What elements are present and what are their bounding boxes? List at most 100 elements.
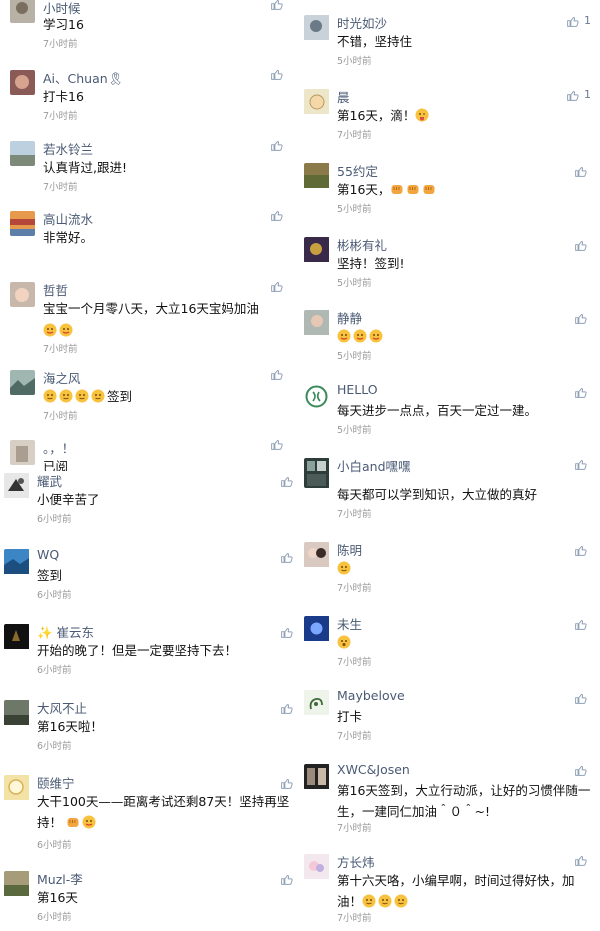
comment-item: 颐维宁 大干100天——距离考试还剩87天！坚持再坚持！ 6小时前 <box>4 773 294 863</box>
comment-text: 小便辛苦了 <box>37 492 100 507</box>
avatar[interactable] <box>10 370 35 395</box>
emoji-fist-icon <box>66 815 80 829</box>
avatar[interactable] <box>4 624 30 650</box>
thumbs-up-icon[interactable] <box>270 209 283 222</box>
commenter-name[interactable]: 若水铃兰 <box>43 139 93 158</box>
avatar[interactable] <box>10 70 35 95</box>
commenter-name[interactable]: ✨ 崔云东 <box>37 622 94 641</box>
commenter-name[interactable]: 晨 <box>337 87 350 106</box>
thumbs-up-icon[interactable] <box>270 280 283 293</box>
commenter-name[interactable]: 未生 <box>337 614 362 633</box>
commenter-name[interactable]: XWC&Josen <box>337 762 410 777</box>
thumbs-up-icon[interactable] <box>280 551 293 564</box>
avatar[interactable] <box>304 384 330 410</box>
avatar[interactable] <box>304 616 330 642</box>
thumbs-up-icon[interactable] <box>574 239 587 252</box>
commenter-name[interactable]: Maybelove <box>337 688 405 703</box>
thumbs-up-icon[interactable] <box>270 139 283 152</box>
commenter-name[interactable]: 大风不止 <box>37 698 87 717</box>
avatar[interactable] <box>10 282 35 307</box>
thumbs-up-icon[interactable] <box>574 386 587 399</box>
comment-text-row <box>337 558 353 579</box>
thumbs-up-icon[interactable] <box>280 873 293 886</box>
emoji-face-icon <box>82 815 96 829</box>
avatar[interactable] <box>304 764 330 790</box>
comment-time: 7小时前 <box>337 583 372 594</box>
commenter-name[interactable]: HELLO <box>337 382 378 397</box>
thumbs-up-icon[interactable] <box>280 475 293 488</box>
avatar[interactable] <box>4 549 30 575</box>
commenter-name[interactable]: 耀武 <box>37 471 62 490</box>
avatar[interactable] <box>4 473 30 499</box>
thumbs-up-icon[interactable] <box>270 0 283 11</box>
right-comment-column: 时光如沙 不错，坚持住 5小时前 1 晨 第16天，滴！ 7小时前 1 55约定… <box>300 0 600 931</box>
avatar[interactable] <box>304 458 330 488</box>
comment-item: 静静 5小时前 <box>304 308 596 364</box>
thumbs-up-icon[interactable] <box>566 15 579 28</box>
avatar[interactable] <box>10 141 35 166</box>
thumbs-up-icon[interactable] <box>574 165 587 178</box>
avatar[interactable] <box>4 700 30 726</box>
commenter-name[interactable]: 彬彬有礼 <box>337 235 387 254</box>
emoji-tongue-face-icon <box>415 108 429 122</box>
avatar[interactable] <box>304 310 330 336</box>
emoji-face-icon <box>337 635 351 649</box>
comment-text-row: 第16天，滴！ <box>337 105 431 126</box>
thumbs-up-icon[interactable] <box>574 854 587 867</box>
emoji-face-icon <box>337 329 351 343</box>
avatar[interactable] <box>304 15 330 41</box>
thumbs-up-icon[interactable] <box>280 626 293 639</box>
thumbs-up-icon[interactable] <box>566 89 579 102</box>
avatar[interactable] <box>304 542 330 568</box>
comment-time: 7小时前 <box>43 411 78 422</box>
commenter-name[interactable]: 静静 <box>337 308 362 327</box>
thumbs-up-icon[interactable] <box>574 544 587 557</box>
thumbs-up-icon[interactable] <box>280 702 293 715</box>
comment-time: 7小时前 <box>337 823 372 834</box>
avatar[interactable] <box>4 775 30 801</box>
avatar[interactable] <box>304 163 330 189</box>
commenter-name[interactable]: Muzl-李 <box>37 869 83 888</box>
thumbs-up-icon[interactable] <box>574 312 587 325</box>
avatar[interactable] <box>304 690 330 716</box>
commenter-name[interactable]: 。，！ <box>43 438 74 457</box>
avatar[interactable] <box>4 871 30 897</box>
commenter-name[interactable]: 高山流水 <box>43 209 93 228</box>
commenter-name[interactable]: 颐维宁 <box>37 773 75 792</box>
commenter-name[interactable]: 时光如沙 <box>337 13 387 32</box>
commenter-name[interactable]: WQ <box>37 547 59 562</box>
commenter-name[interactable]: 方长炜 <box>337 852 375 871</box>
comment-item: WQ 签到 6小时前 <box>4 547 294 603</box>
commenter-name[interactable]: 55约定 <box>337 161 378 180</box>
thumbs-up-icon[interactable] <box>574 692 587 705</box>
thumbs-up-icon[interactable] <box>270 368 283 381</box>
comment-item: 晨 第16天，滴！ 7小时前 1 <box>304 87 596 143</box>
thumbs-up-icon[interactable] <box>270 438 283 451</box>
avatar[interactable] <box>304 854 330 880</box>
comment-text: 打卡16 <box>43 89 84 104</box>
thumbs-up-icon[interactable] <box>574 764 587 777</box>
comment-time: 7小时前 <box>337 731 372 742</box>
commenter-name[interactable]: 海之风 <box>43 368 81 387</box>
comment-item: 陈明 7小时前 <box>304 540 596 596</box>
avatar[interactable] <box>304 237 330 263</box>
comment-time: 6小时前 <box>37 741 72 752</box>
thumbs-up-icon[interactable] <box>280 777 293 790</box>
comment-item: Ai、Chuan🎗 打卡16 7小时前 <box>10 68 294 124</box>
like-count: 1 <box>584 88 591 101</box>
avatar[interactable] <box>304 89 330 115</box>
commenter-name[interactable]: 哲哲 <box>43 280 68 299</box>
thumbs-up-icon[interactable] <box>270 68 283 81</box>
emoji-face-icon <box>353 329 367 343</box>
comment-time: 7小时前 <box>337 509 372 520</box>
thumbs-up-icon[interactable] <box>574 618 587 631</box>
avatar[interactable] <box>10 0 35 23</box>
thumbs-up-icon[interactable] <box>574 458 587 471</box>
commenter-name[interactable]: 小白and嘿嘿 <box>337 456 411 475</box>
commenter-name[interactable]: Ai、Chuan🎗 <box>43 68 124 87</box>
avatar[interactable] <box>10 211 35 236</box>
commenter-name[interactable]: 陈明 <box>337 540 362 559</box>
avatar[interactable] <box>10 440 35 465</box>
comment-text-row: 签到 <box>43 386 132 407</box>
comment-item: 海之风 签到 7小时前 <box>10 368 294 428</box>
